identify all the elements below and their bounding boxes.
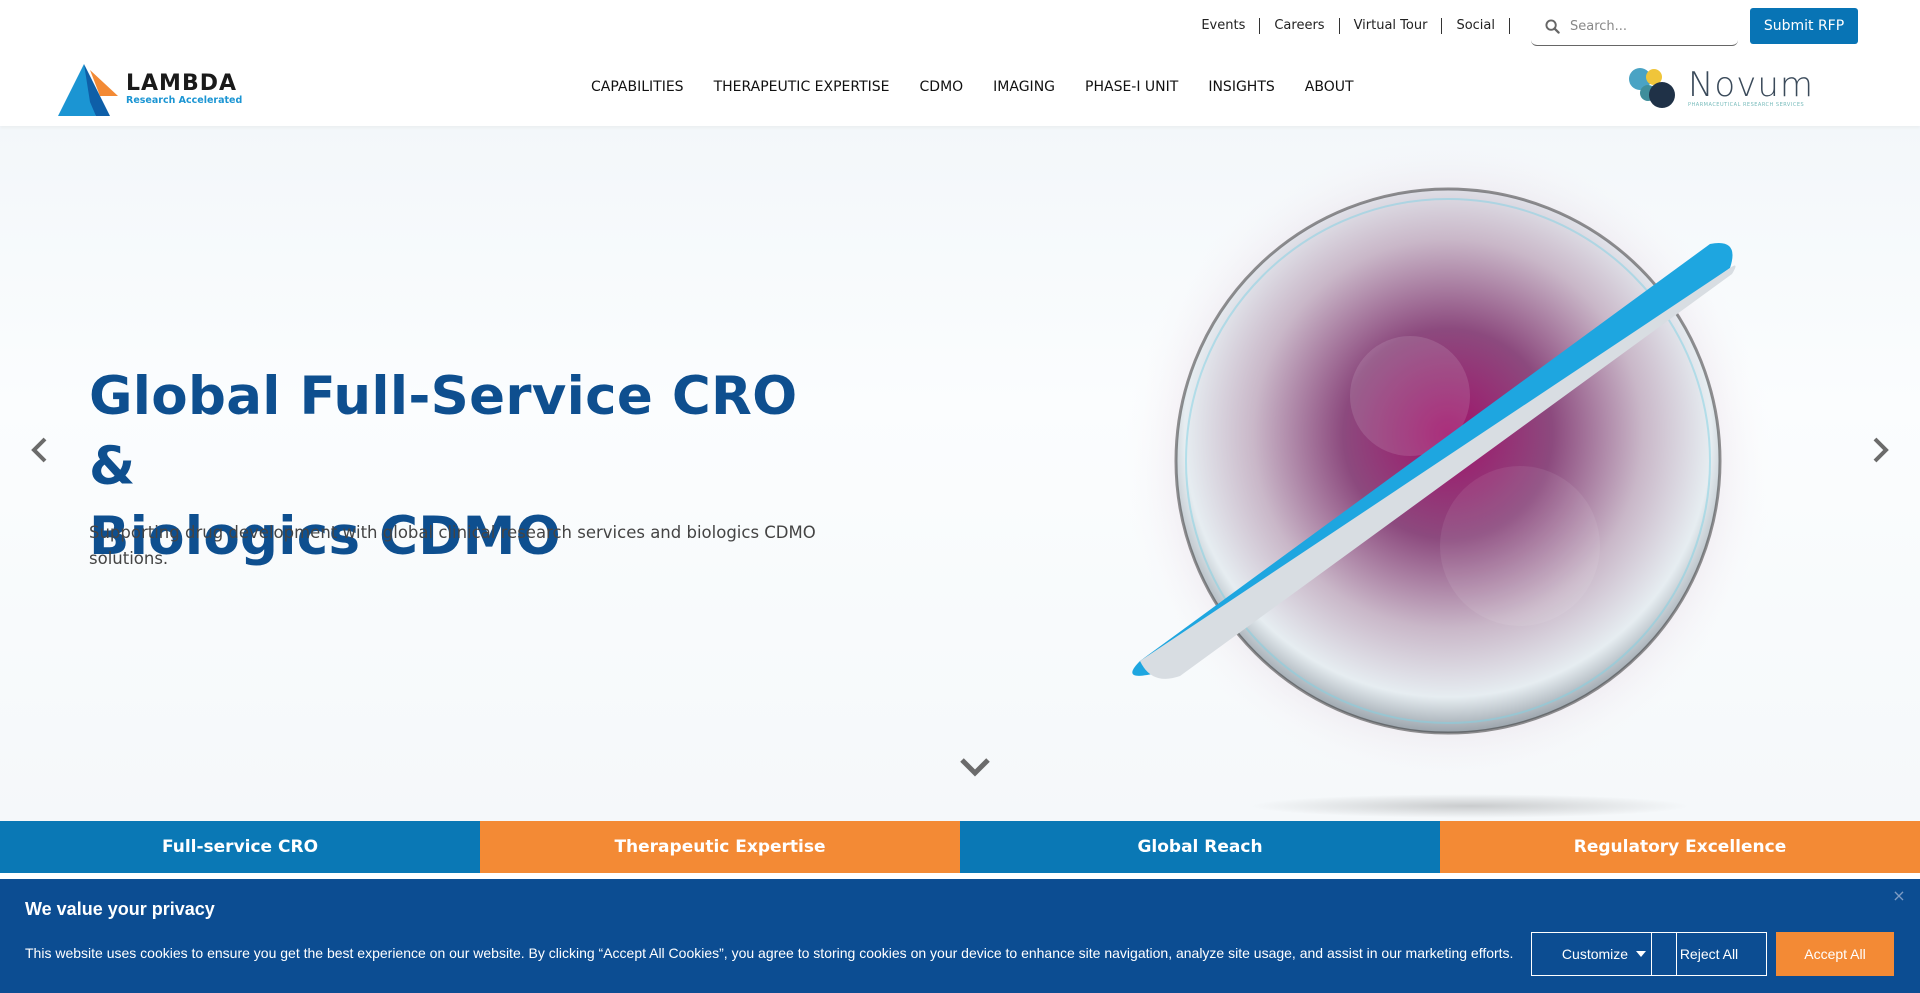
utility-link-events[interactable]: Events [1187, 18, 1261, 34]
lambda-logo[interactable]: LAMBDA Research Accelerated [56, 62, 246, 118]
logo-tagline: Research Accelerated [126, 95, 243, 106]
nav-item-therapeutic-expertise[interactable]: THERAPEUTIC EXPERTISE [714, 79, 890, 95]
submit-rfp-button[interactable]: Submit RFP [1750, 8, 1858, 44]
scroll-down-button[interactable] [958, 754, 992, 782]
close-icon[interactable]: × [1890, 887, 1908, 905]
novum-logo-mark [1629, 68, 1675, 108]
site-header: LAMBDA Research Accelerated CAPABILITIES… [0, 52, 1920, 126]
nav-item-capabilities[interactable]: CAPABILITIES [591, 79, 684, 95]
feature-regulatory-excellence[interactable]: Regulatory Excellence [1440, 821, 1920, 873]
feature-global-reach[interactable]: Global Reach [960, 821, 1440, 873]
nav-item-imaging[interactable]: IMAGING [993, 79, 1055, 95]
feature-therapeutic-expertise[interactable]: Therapeutic Expertise [480, 821, 960, 873]
logo-name: LAMBDA [126, 71, 237, 96]
caret-down-icon [1636, 951, 1647, 957]
lambda-logo-mark [58, 64, 118, 116]
novum-tagline: PHARMACEUTICAL RESEARCH SERVICES [1688, 102, 1805, 108]
cookie-reject-all-button[interactable]: Reject All [1651, 932, 1767, 976]
hero-title-line-1: Global Full-Service CRO & [89, 366, 798, 497]
search-icon [1545, 19, 1560, 34]
carousel-next-button[interactable] [1866, 430, 1896, 470]
feature-bar: Full-service CRO Therapeutic Expertise G… [0, 821, 1920, 873]
nav-item-cdmo[interactable]: CDMO [920, 79, 964, 95]
utility-bar: Events Careers Virtual Tour Social Submi… [0, 0, 1920, 52]
utility-link-virtual-tour[interactable]: Virtual Tour [1340, 18, 1443, 34]
utility-link-careers[interactable]: Careers [1260, 18, 1340, 34]
cookie-customize-label: Customize [1561, 946, 1629, 962]
cookie-title: We value your privacy [25, 899, 215, 919]
hero-cell-sphere-image [1118, 131, 1778, 818]
nav-item-insights[interactable]: INSIGHTS [1208, 79, 1274, 95]
utility-links: Events Careers Virtual Tour Social [1187, 18, 1510, 34]
search-input[interactable] [1570, 19, 1730, 34]
feature-full-service-cro[interactable]: Full-service CRO [0, 821, 480, 873]
nav-item-phase-i-unit[interactable]: PHASE-I UNIT [1085, 79, 1178, 95]
chevron-left-icon [31, 437, 47, 463]
cookie-text: This website uses cookies to ensure you … [25, 945, 1514, 961]
chevron-right-icon [1873, 437, 1889, 463]
main-nav: CAPABILITIES THERAPEUTIC EXPERTISE CDMO … [576, 79, 1369, 95]
search-box[interactable] [1531, 8, 1738, 46]
hero-banner: Global Full-Service CRO & Biologics CDMO… [0, 126, 1920, 821]
chevron-down-icon [960, 758, 990, 777]
utility-link-social[interactable]: Social [1442, 18, 1510, 34]
novum-name: Novum [1688, 65, 1815, 105]
carousel-prev-button[interactable] [24, 430, 54, 470]
cookie-banner: We value your privacy This website uses … [0, 879, 1920, 993]
novum-logo[interactable]: Novum PHARMACEUTICAL RESEARCH SERVICES [1626, 62, 1814, 114]
cookie-accept-all-button[interactable]: Accept All [1776, 932, 1894, 976]
nav-item-about[interactable]: ABOUT [1305, 79, 1354, 95]
hero-subtitle: Supporting drug development with global … [89, 523, 816, 568]
